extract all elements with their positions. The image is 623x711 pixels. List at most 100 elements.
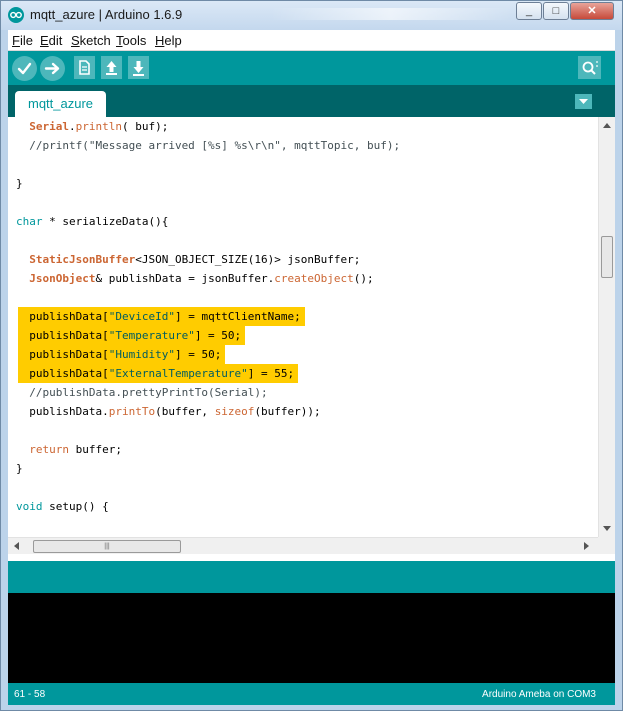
menu-edit[interactable]: Edit — [40, 33, 62, 48]
code-token: printTo — [108, 405, 156, 418]
verify-button[interactable] — [12, 56, 37, 81]
code-token: & publishData = jsonBuffer. — [95, 272, 275, 285]
console-output[interactable] — [8, 593, 615, 683]
menu-tools[interactable]: Tools — [116, 33, 146, 48]
code-line-text: //printf("Message arrived [%s] %s\r\n", … — [16, 139, 400, 152]
code-line-text: publishData["DeviceId"] = mqttClientName… — [16, 310, 301, 323]
code-line-text: } — [16, 177, 23, 190]
code-token: char — [16, 215, 43, 228]
code-line[interactable]: publishData["Temperature"] = 50; — [8, 326, 598, 345]
menu-sketch-mnemonic: S — [71, 33, 80, 48]
code-token: StaticJsonBuffer — [29, 253, 136, 266]
chevron-down-icon — [579, 99, 588, 104]
code-line[interactable]: //publishData.prettyPrintTo(Serial); — [8, 383, 598, 402]
code-line[interactable] — [8, 155, 598, 174]
code-line[interactable] — [8, 288, 598, 307]
upload-button[interactable] — [40, 56, 65, 81]
code-line[interactable] — [8, 478, 598, 497]
code-token: setup() { — [42, 500, 109, 513]
serial-monitor-icon — [582, 61, 598, 75]
title-bar[interactable]: mqtt_azure | Arduino 1.6.9 _ □ ✕ — [1, 1, 622, 30]
maximize-button[interactable]: □ — [543, 2, 569, 20]
scroll-up-icon[interactable] — [603, 123, 611, 128]
code-token: JsonObject — [29, 272, 96, 285]
code-line-text: Serial.println( buf); — [16, 120, 168, 133]
code-line-text: //publishData.prettyPrintTo(Serial); — [16, 386, 268, 399]
code-line[interactable]: char * serializeData(){ — [8, 212, 598, 231]
code-line[interactable]: return buffer; — [8, 440, 598, 459]
horizontal-scrollbar[interactable]: ||| — [8, 537, 598, 554]
code-line[interactable]: Serial.println( buf); — [8, 117, 598, 136]
menu-file-mnemonic: F — [12, 33, 20, 48]
tab-mqtt-azure[interactable]: mqtt_azure — [15, 91, 107, 117]
code-token: //printf("Message arrived [%s] %s\r\n", … — [16, 139, 401, 152]
code-line-text: return buffer; — [16, 443, 122, 456]
window-title: mqtt_azure | Arduino 1.6.9 — [30, 7, 183, 22]
code-token: Serial — [29, 120, 69, 133]
tab-bar: mqtt_azure — [8, 85, 615, 117]
code-token: ] = mqttClientName; — [174, 310, 301, 323]
serial-monitor-button[interactable] — [578, 56, 601, 79]
minimize-button[interactable]: _ — [516, 2, 542, 20]
code-line-text: publishData["Humidity"] = 50; — [16, 348, 221, 361]
code-line[interactable]: void setup() { — [8, 497, 598, 516]
code-line[interactable]: JsonObject& publishData = jsonBuffer.cre… — [8, 269, 598, 288]
code-line[interactable]: } — [8, 459, 598, 478]
menu-file[interactable]: File — [12, 33, 33, 48]
code-token: ] = 55; — [247, 367, 295, 380]
save-sketch-button[interactable] — [128, 56, 149, 79]
vertical-scrollbar[interactable] — [598, 117, 615, 537]
new-sketch-button[interactable] — [74, 56, 95, 79]
code-line[interactable]: publishData["ExternalTemperature"] = 55; — [8, 364, 598, 383]
code-token: "Humidity" — [108, 348, 175, 361]
code-token: . — [69, 120, 76, 133]
vertical-scroll-thumb[interactable] — [601, 236, 613, 278]
menu-help[interactable]: Help — [155, 33, 182, 48]
code-token: ] = 50; — [174, 348, 222, 361]
code-editor[interactable]: Serial.println( buf); //printf("Message … — [8, 117, 615, 561]
menu-bar: File Edit Sketch Tools Help — [8, 30, 615, 51]
app-window: mqtt_azure | Arduino 1.6.9 _ □ ✕ File Ed… — [0, 0, 623, 711]
new-icon — [79, 60, 90, 75]
code-token: (); — [353, 272, 374, 285]
menu-help-label: elp — [164, 33, 182, 48]
title-decoration — [271, 8, 511, 20]
code-area[interactable]: Serial.println( buf); //printf("Message … — [8, 117, 598, 537]
code-line-text: publishData.printTo(buffer, sizeof(buffe… — [16, 405, 320, 418]
status-bar — [8, 561, 615, 593]
horizontal-scroll-thumb[interactable]: ||| — [33, 540, 181, 553]
open-icon — [106, 61, 117, 75]
code-token: } — [16, 462, 23, 475]
open-sketch-button[interactable] — [101, 56, 122, 79]
code-line[interactable] — [8, 421, 598, 440]
code-token: publishData. — [16, 405, 109, 418]
scroll-corner — [598, 537, 615, 554]
close-button[interactable]: ✕ — [570, 2, 614, 20]
code-token: //publishData.prettyPrintTo(Serial); — [16, 386, 268, 399]
save-icon — [133, 61, 144, 76]
toolbar — [8, 51, 615, 85]
arduino-logo-icon — [8, 7, 24, 23]
code-line-text: void setup() { — [16, 500, 109, 513]
menu-edit-mnemonic: E — [40, 33, 49, 48]
menu-sketch-label: ketch — [79, 33, 111, 48]
scroll-down-icon[interactable] — [603, 526, 611, 531]
code-line[interactable]: publishData["Humidity"] = 50; — [8, 345, 598, 364]
scroll-left-icon[interactable] — [14, 542, 19, 550]
code-line[interactable]: publishData["DeviceId"] = mqttClientName… — [8, 307, 598, 326]
code-line[interactable]: } — [8, 174, 598, 193]
tab-menu-button[interactable] — [575, 94, 592, 109]
code-token: (buffer, — [155, 405, 215, 418]
menu-sketch[interactable]: Sketch — [71, 33, 111, 48]
code-line[interactable] — [8, 193, 598, 212]
code-line[interactable]: //printf("Message arrived [%s] %s\r\n", … — [8, 136, 598, 155]
code-line[interactable] — [8, 231, 598, 250]
code-token: "ExternalTemperature" — [108, 367, 248, 380]
scroll-right-icon[interactable] — [584, 542, 589, 550]
code-line[interactable]: publishData.printTo(buffer, sizeof(buffe… — [8, 402, 598, 421]
code-token: sizeof — [214, 405, 255, 418]
code-line[interactable]: StaticJsonBuffer<JSON_OBJECT_SIZE(16)> j… — [8, 250, 598, 269]
code-token: ( buf); — [121, 120, 169, 133]
code-token: buffer; — [69, 443, 122, 456]
